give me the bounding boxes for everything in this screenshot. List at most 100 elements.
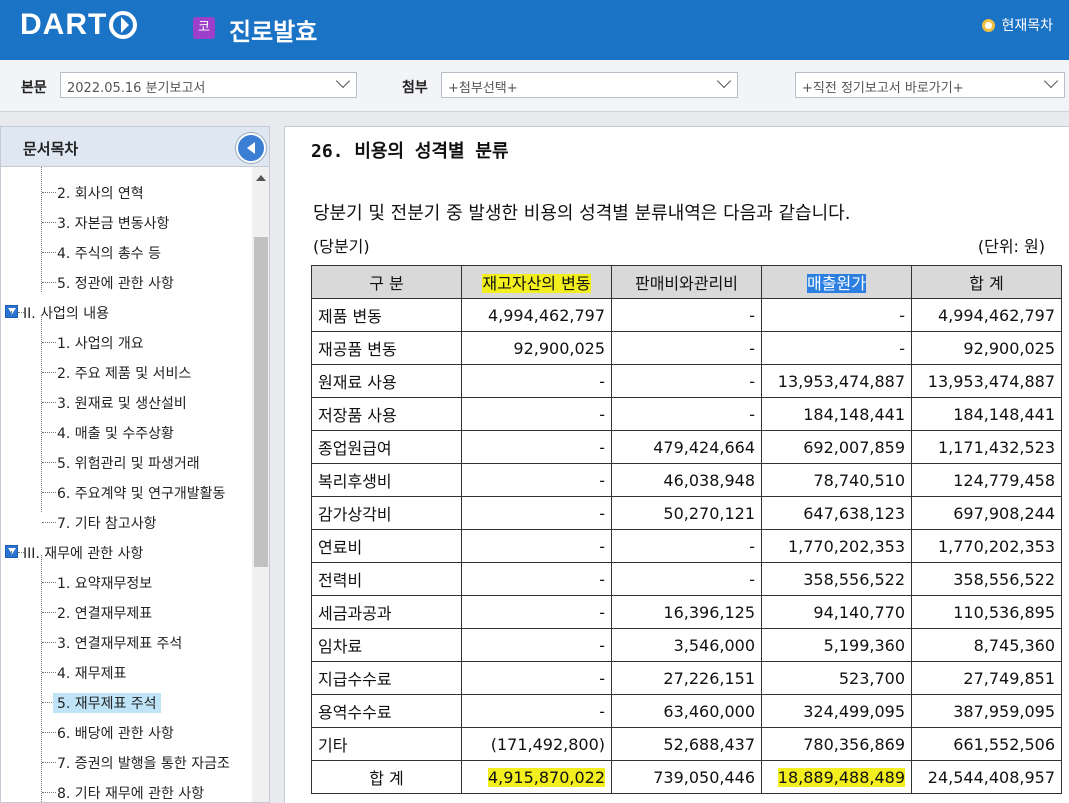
chevron-down-icon [716,73,732,89]
row-label: 재공품 변동 [318,340,397,359]
scrollbar-thumb[interactable] [254,237,268,567]
toc-item-label: 3. 원재료 및 생산설비 [57,396,187,412]
row-label-cell: 연료비 [311,529,462,563]
toc-item[interactable]: 5. 정관에 관한 사항 [1,271,253,293]
amount-value: - [599,635,605,655]
toc-item-label: II. 사업의 내용 [23,306,110,322]
amount-value: 324,499,095 [803,701,905,721]
toc-item[interactable]: 4. 주식의 총수 등 [1,241,253,263]
amount-cell: - [611,331,762,365]
prev-report-select[interactable]: +직전 정기보고서 바로가기+ [795,72,1065,98]
amount-cell: - [611,397,762,431]
amount-value: 780,356,869 [803,734,905,754]
amount-cell: 184,148,441 [761,397,912,431]
section-description: 당분기 및 전분기 중 발생한 비용의 성격별 분류내역은 다음과 같습니다. [313,203,851,224]
amount-cell: 523,700 [761,661,912,695]
amount-cell: 739,050,446 [611,760,762,794]
scroll-up-arrow-icon[interactable] [256,175,266,181]
toc-tree: 2. 회사의 연혁 3. 자본금 변동사항 4. 주식의 총수 등 5. 정관에 관한… [1,167,253,802]
toc-item-label: 2. 주요 제품 및 서비스 [57,366,192,382]
amount-value: - [599,470,605,490]
toc-item[interactable]: 6. 배당에 관한 사항 [1,721,253,743]
toc-section[interactable]: II. 사업의 내용 [1,301,253,323]
company-badge: 코 [193,17,215,39]
amount-value: 3,546,000 [673,635,755,655]
tree-connector [42,222,56,223]
toc-item-label: 8. 기타 재무에 관한 사항 [57,786,205,802]
amount-value: - [599,404,605,424]
row-label: 종업원급여 [318,439,392,458]
attach-select[interactable]: +첨부선택+ [441,72,738,98]
amount-cell: 479,424,664 [611,430,762,464]
amount-value: 13,953,474,887 [927,371,1055,391]
amount-value: - [599,668,605,688]
toc-item[interactable]: 3. 자본금 변동사항 [1,211,253,233]
row-label: 세금과공과 [318,604,392,623]
amount-cell: - [461,463,612,497]
amount-cell: - [611,562,762,596]
toc-section[interactable]: III. 재무에 관한 사항 [1,541,253,563]
amount-cell: 780,356,869 [761,727,912,761]
amount-cell: 94,140,770 [761,595,912,629]
amount-cell: 27,226,151 [611,661,762,695]
amount-value: 27,749,851 [963,668,1055,688]
toc-item-label: 1. 요약재무정보 [57,576,153,592]
amount-cell: 46,038,948 [611,463,762,497]
toc-item[interactable]: 3. 연결재무제표 주석 [1,631,253,653]
toc-item[interactable]: 7. 기타 참고사항 [1,511,253,533]
toc-item-label: 2. 회사의 연혁 [57,186,144,202]
logo-ring-icon [109,11,138,39]
row-label: 감가상각비 [318,505,392,524]
amount-value: 110,536,895 [953,602,1055,622]
table-row: 종업원급여 - 479,424,664 692,007,859 1,171,432,52… [311,430,1062,464]
tree-connector [42,582,56,583]
row-label: 전력비 [318,571,363,590]
tree-connector [42,432,56,433]
toc-item[interactable]: 5. 위험관리 및 파생거래 [1,451,253,473]
toc-item[interactable]: 2. 연결재무제표 [1,601,253,623]
amount-value: 50,270,121 [663,503,755,523]
toc-item[interactable]: 7. 증권의 발행을 통한 자금조 [1,751,253,773]
row-label: 용역수수료 [318,703,392,722]
toc-item[interactable]: 2. 주요 제품 및 서비스 [1,361,253,383]
sidebar-scrollbar[interactable] [252,167,269,802]
amount-value: - [599,536,605,556]
amount-cell: 18,889,488,489 [761,760,912,794]
toc-item[interactable]: 4. 재무제표 [1,661,253,683]
amount-cell: - [761,331,912,365]
main-doc-select[interactable]: 2022.05.16 분기보고서 [60,72,357,98]
column-header-label: 합 계 [969,274,1004,293]
toc-item[interactable]: 2. 회사의 연혁 [1,181,253,203]
radio-circle-icon [982,18,996,32]
tree-connector [41,315,42,512]
amount-value: - [599,701,605,721]
toc-item[interactable]: 6. 주요계약 및 연구개발활동 [1,481,253,503]
toc-item[interactable]: 3. 원재료 및 생산설비 [1,391,253,413]
dart-logo[interactable]: DART [20,8,138,42]
tree-connector [42,762,56,763]
amount-value: 1,171,432,523 [937,437,1055,457]
amount-cell: - [461,595,612,629]
row-label-cell: 전력비 [311,562,462,596]
table-row: 지급수수료 - 27,226,151 523,700 27,749,851 [311,661,1062,695]
toc-item[interactable]: 5. 재무제표 주석 [1,691,253,713]
amount-value: 4,915,870,022 [487,767,605,787]
amount-value: - [749,371,755,391]
toc-item[interactable]: 1. 사업의 개요 [1,331,253,353]
current-toc-link[interactable]: 현재목차 [982,15,1053,35]
toc-item[interactable]: 4. 매출 및 수주상황 [1,421,253,443]
toc-item[interactable]: 1. 요약재무정보 [1,571,253,593]
toc-item-label: 6. 주요계약 및 연구개발활동 [57,486,226,502]
row-label: 원재료 사용 [318,373,397,392]
amount-cell: 4,915,870,022 [461,760,612,794]
attach-value: +첨부선택+ [448,81,518,96]
amount-value: - [749,305,755,325]
tree-connector [42,342,56,343]
row-label-cell: 저장품 사용 [311,397,462,431]
amount-cell: - [461,562,612,596]
table-row: 용역수수료 - 63,460,000 324,499,095 387,959,095 [311,694,1062,728]
toc-item[interactable]: 8. 기타 재무에 관한 사항 [1,781,253,802]
column-header: 재고자산의 변동 [461,265,612,299]
amount-cell: 5,199,360 [761,628,912,662]
collapse-sidebar-icon[interactable] [236,133,266,163]
